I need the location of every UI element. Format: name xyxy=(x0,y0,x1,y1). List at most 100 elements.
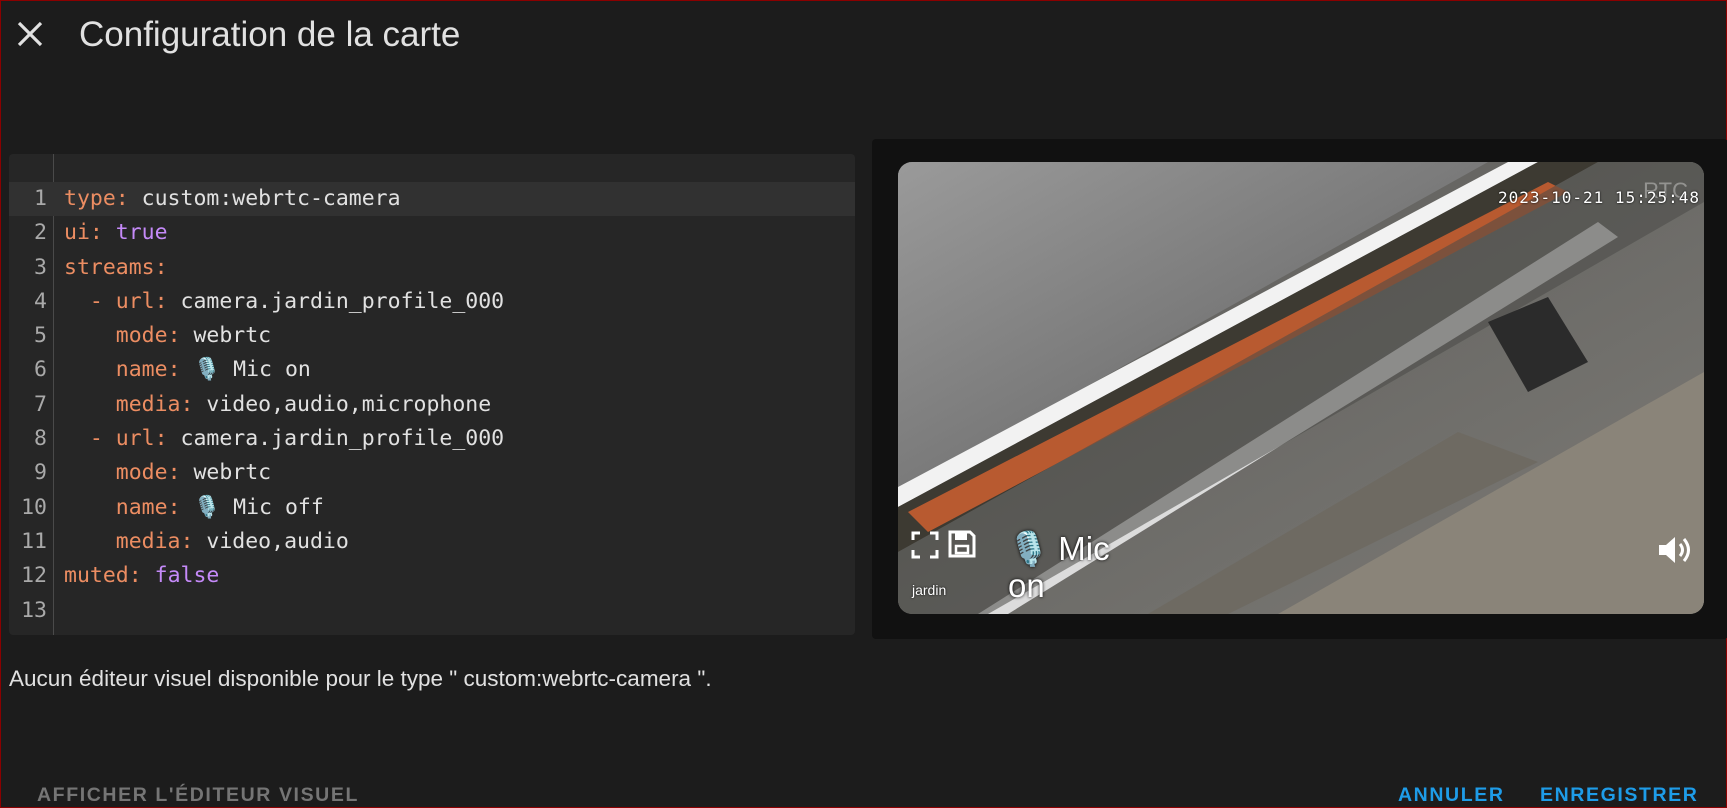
yaml-value: camera.jardin_profile_000 xyxy=(180,288,505,314)
yaml-key: streams xyxy=(64,254,155,280)
line-number: 2 xyxy=(34,220,47,246)
volume-icon xyxy=(1659,537,1690,563)
yaml-value: webrtc xyxy=(193,460,272,486)
code-line[interactable]: 5 mode: webrtc xyxy=(9,319,855,353)
close-button[interactable] xyxy=(13,17,47,51)
save-icon xyxy=(948,530,976,558)
line-text: name: 🎙️ Mic on xyxy=(64,353,311,387)
yaml-indent xyxy=(64,460,116,485)
line-number: 4 xyxy=(34,288,47,314)
yaml-sep: : xyxy=(128,563,155,589)
line-number: 9 xyxy=(34,460,47,486)
yaml-value: true xyxy=(115,220,168,246)
cancel-button[interactable]: ANNULER xyxy=(1398,784,1505,807)
line-text: - url: camera.jardin_profile_000 xyxy=(64,285,504,319)
yaml-key: name xyxy=(115,357,168,383)
line-text: type: custom:webrtc-camera xyxy=(64,182,401,216)
yaml-sep: : xyxy=(167,357,194,383)
camera-timestamp: 2023-10-21 15:25:48 xyxy=(1497,188,1700,207)
code-line[interactable]: 1 type: custom:webrtc-camera xyxy=(9,182,855,217)
close-icon xyxy=(17,21,43,47)
yaml-key: url xyxy=(115,426,155,452)
line-text: mode: webrtc xyxy=(64,456,271,490)
code-line[interactable]: 3 streams: xyxy=(9,251,855,285)
code-line[interactable]: 2 ui: true xyxy=(9,216,855,250)
code-line[interactable]: 11 media: video,audio xyxy=(9,525,855,559)
code-line[interactable]: 13 xyxy=(9,594,855,628)
line-number: 12 xyxy=(21,563,47,589)
yaml-indent xyxy=(64,529,116,554)
yaml-sep: : xyxy=(154,254,168,280)
camera-stream[interactable]: RTC 2023-10-21 15:25:48 🎙️ Mic on jardin xyxy=(898,162,1704,614)
yaml-value: webrtc xyxy=(193,323,272,349)
yaml-key: mode xyxy=(115,460,168,486)
line-number: 7 xyxy=(34,391,47,417)
code-line[interactable]: 7 media: video,audio,microphone xyxy=(9,388,855,422)
yaml-sep: : xyxy=(180,391,207,417)
yaml-value: video,audio,microphone xyxy=(206,391,492,417)
yaml-sep: : xyxy=(167,460,194,486)
show-visual-editor-button[interactable]: AFFICHER L'ÉDITEUR VISUEL xyxy=(37,784,359,807)
line-number: 11 xyxy=(21,528,47,554)
line-text: media: video,audio,microphone xyxy=(64,388,491,422)
line-text: muted: false xyxy=(64,559,219,593)
save-button[interactable]: ENREGISTRER xyxy=(1540,784,1698,807)
yaml-value: false xyxy=(154,563,220,589)
line-number: 13 xyxy=(21,597,47,623)
line-text: - url: camera.jardin_profile_000 xyxy=(64,422,504,456)
yaml-key: ui xyxy=(64,220,90,246)
line-text: streams: xyxy=(64,251,168,285)
line-number: 8 xyxy=(34,426,47,452)
code-line[interactable]: 6 name: 🎙️ Mic on xyxy=(9,353,855,387)
yaml-sep: : xyxy=(154,288,181,314)
yaml-indent xyxy=(64,426,90,451)
line-number: 3 xyxy=(34,254,47,280)
code-line[interactable]: 10 name: 🎙️ Mic off xyxy=(9,491,855,525)
dialog-title: Configuration de la carte xyxy=(79,15,461,54)
yaml-dash: - xyxy=(89,426,116,452)
fullscreen-button[interactable] xyxy=(910,530,940,560)
line-text: mode: webrtc xyxy=(64,319,271,353)
line-number: 6 xyxy=(34,357,47,383)
line-text: media: video,audio xyxy=(64,525,349,559)
code-line[interactable]: 8 - url: camera.jardin_profile_000 xyxy=(9,422,855,456)
line-text: name: 🎙️ Mic off xyxy=(64,491,324,525)
code-line[interactable]: 12 muted: false xyxy=(9,559,855,593)
yaml-indent xyxy=(64,392,116,417)
fullscreen-icon xyxy=(911,531,939,559)
yaml-sep: : xyxy=(180,528,207,554)
yaml-sep: : xyxy=(115,186,142,211)
stream-select-label[interactable]: 🎙️ Mic on xyxy=(1008,530,1118,604)
yaml-key: mode xyxy=(115,323,168,349)
yaml-value: camera.jardin_profile_000 xyxy=(180,426,505,452)
yaml-key: muted xyxy=(64,563,129,589)
yaml-key: media xyxy=(115,391,181,417)
yaml-indent xyxy=(64,323,116,348)
yaml-dash: - xyxy=(89,288,116,314)
yaml-value: custom:webrtc-camera xyxy=(141,186,401,211)
yaml-code-editor[interactable]: 1 type: custom:webrtc-camera 2 ui: true 3 str… xyxy=(9,154,855,635)
save-snapshot-button[interactable] xyxy=(946,528,978,560)
line-number: 5 xyxy=(34,323,47,349)
yaml-indent xyxy=(64,357,116,382)
yaml-value: 🎙️ Mic off xyxy=(193,494,324,520)
yaml-key: name xyxy=(115,494,168,520)
code-line[interactable]: 9 mode: webrtc xyxy=(9,456,855,490)
yaml-key: media xyxy=(115,528,181,554)
yaml-indent xyxy=(64,495,116,520)
card-preview: RTC 2023-10-21 15:25:48 🎙️ Mic on jardin xyxy=(872,139,1727,639)
yaml-value: 🎙️ Mic on xyxy=(193,357,311,383)
volume-button[interactable] xyxy=(1654,530,1694,570)
no-visual-editor-message: Aucun éditeur visuel disponible pour le … xyxy=(9,666,712,691)
yaml-value: video,audio xyxy=(206,528,349,554)
code-lines: 1 type: custom:webrtc-camera 2 ui: true 3 str… xyxy=(9,182,855,628)
line-number: 1 xyxy=(34,186,47,211)
code-line[interactable]: 4 - url: camera.jardin_profile_000 xyxy=(9,285,855,319)
yaml-sep: : xyxy=(167,494,194,520)
yaml-sep: : xyxy=(154,426,181,452)
line-number: 10 xyxy=(21,494,47,520)
line-text: ui: true xyxy=(64,216,168,250)
yaml-sep: : xyxy=(89,220,116,246)
camera-name-label: jardin xyxy=(912,582,947,598)
yaml-sep: : xyxy=(167,323,194,349)
